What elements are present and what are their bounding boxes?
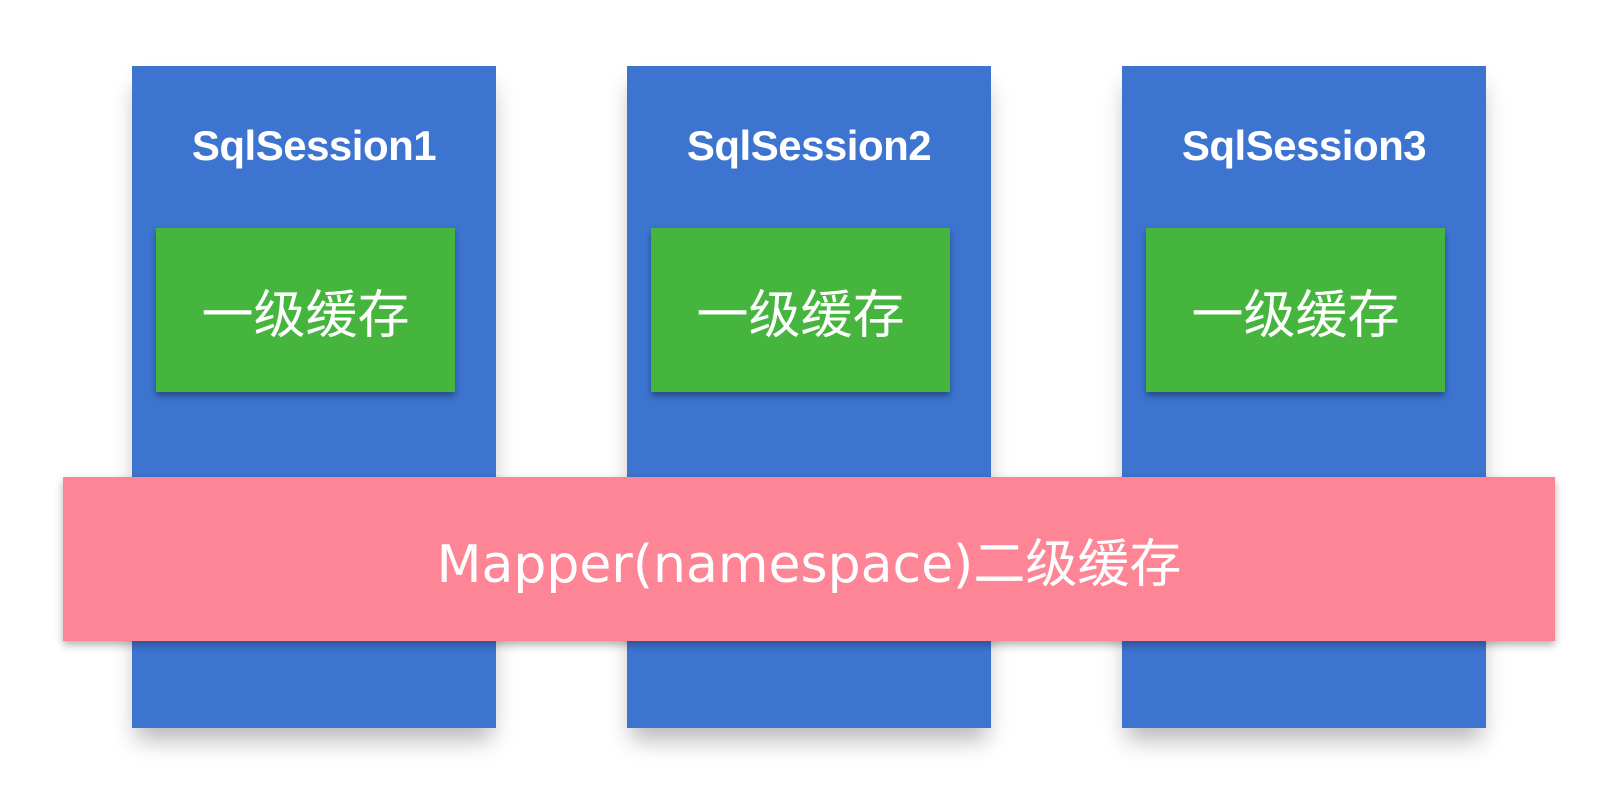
mapper-second-level-cache: Mapper(namespace)二级缓存 xyxy=(63,477,1555,641)
sqlsession-2-title: SqlSession2 xyxy=(686,122,932,169)
sqlsession-1-first-level-cache: 一级缓存 xyxy=(156,228,455,392)
sqlsession-1-title: SqlSession1 xyxy=(191,122,437,169)
sqlsession-3-title: SqlSession3 xyxy=(1181,122,1427,169)
sqlsession-3-first-level-cache: 一级缓存 xyxy=(1146,228,1445,392)
sqlsession-2-first-level-cache: 一级缓存 xyxy=(651,228,950,392)
